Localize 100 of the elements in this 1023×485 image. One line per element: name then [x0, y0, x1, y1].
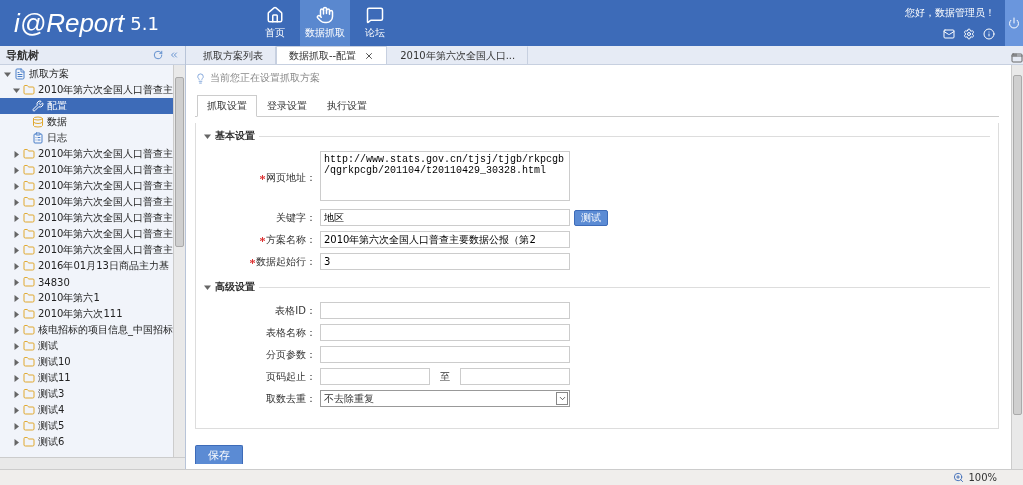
expanded-icon[interactable]	[204, 132, 211, 140]
nav-tab[interactable]: 数据抓取	[300, 0, 350, 46]
dropdown[interactable]: 不去除重复	[320, 390, 570, 407]
expanded-icon[interactable]	[4, 70, 11, 78]
input-field[interactable]	[320, 302, 570, 319]
collapsed-icon[interactable]	[13, 198, 20, 206]
scrollbar[interactable]	[173, 65, 185, 457]
window-icon[interactable]	[1011, 52, 1023, 64]
section-title: 高级设置	[215, 280, 255, 294]
tree-item[interactable]: 抓取方案	[0, 66, 173, 82]
folder-icon	[23, 308, 35, 320]
input-field[interactable]: 3	[320, 253, 570, 270]
tree-item[interactable]: 配置	[0, 98, 173, 114]
folder-icon	[23, 356, 35, 368]
tree-item[interactable]: 测试6	[0, 434, 173, 450]
collapsed-icon[interactable]	[13, 358, 20, 366]
folder-icon	[23, 260, 35, 272]
tab[interactable]: 登录设置	[257, 95, 317, 117]
tree-item[interactable]: 测试5	[0, 418, 173, 434]
tree-item[interactable]: 2010年第六次全国人口普查主	[0, 242, 173, 258]
settings-icon[interactable]	[963, 28, 975, 40]
expanded-icon[interactable]	[13, 86, 20, 94]
tab[interactable]: 数据抓取--配置	[276, 46, 388, 64]
tree-item[interactable]: 2010年第六次全国人口普查主	[0, 82, 173, 98]
collapsed-icon[interactable]	[13, 278, 20, 286]
range-separator: 至	[439, 369, 451, 384]
collapsed-icon[interactable]	[13, 342, 20, 350]
folder-icon	[23, 324, 35, 336]
field-label: 表格ID：	[275, 303, 316, 318]
folder-icon	[23, 436, 35, 448]
close-icon[interactable]	[364, 50, 375, 61]
collapsed-icon[interactable]	[13, 326, 20, 334]
tree-item[interactable]: 2010年第六次全国人口普查主	[0, 178, 173, 194]
info-icon[interactable]	[983, 28, 995, 40]
tree-item[interactable]: 测试3	[0, 386, 173, 402]
collapsed-icon[interactable]	[13, 150, 20, 158]
url-field[interactable]: http://www.stats.gov.cn/tjsj/tjgb/rkpcgb/qgrkpcgb/201104/t20110429_30328.html	[320, 151, 570, 201]
collapsed-icon[interactable]	[13, 406, 20, 414]
collapsed-icon[interactable]	[13, 374, 20, 382]
tree-item[interactable]: 2010年第六次111	[0, 306, 173, 322]
tree-item[interactable]: 日志	[0, 130, 173, 146]
collapsed-icon[interactable]	[13, 246, 20, 254]
field-label: 表格名称：	[266, 325, 316, 340]
tab[interactable]: 执行设置	[317, 95, 377, 117]
tree-item[interactable]: 2010年第六次全国人口普查主	[0, 162, 173, 178]
input-field[interactable]	[320, 346, 570, 363]
zoom-level[interactable]: 100%	[968, 472, 997, 483]
expanded-icon[interactable]	[204, 283, 211, 291]
collapsed-icon[interactable]	[13, 262, 20, 270]
tree-item[interactable]: 测试10	[0, 354, 173, 370]
field-label: 分页参数：	[266, 347, 316, 362]
tree-item[interactable]: 2010年第六次全国人口普查主	[0, 146, 173, 162]
home-icon	[266, 6, 284, 24]
nav-tab[interactable]: 首页	[250, 0, 300, 46]
collapsed-icon[interactable]	[13, 166, 20, 174]
wrench-icon	[32, 100, 44, 112]
zoom-icon[interactable]	[953, 472, 965, 483]
input-field[interactable]	[320, 324, 570, 341]
collapsed-icon[interactable]	[13, 438, 20, 446]
hint-text: 当前您正在设置抓取方案	[210, 71, 320, 85]
tree-item[interactable]: 核电招标的项目信息_中国招标	[0, 322, 173, 338]
collapsed-icon[interactable]	[13, 310, 20, 318]
field-label: 关键字：	[276, 210, 316, 225]
nav-tab[interactable]: 论坛	[350, 0, 400, 46]
collapsed-icon[interactable]	[13, 390, 20, 398]
collapsed-icon[interactable]	[13, 182, 20, 190]
tree-item[interactable]: 34830	[0, 274, 173, 290]
power-icon	[1008, 17, 1020, 29]
tree-item[interactable]: 测试4	[0, 402, 173, 418]
tab[interactable]: 2010年第六次全国人口...	[387, 46, 529, 64]
tree-item[interactable]: 2010年第六1	[0, 290, 173, 306]
folder-icon	[23, 340, 35, 352]
folder-icon	[23, 180, 35, 192]
input-field[interactable]	[320, 368, 430, 385]
section-title: 基本设置	[215, 129, 255, 143]
tree-item[interactable]: 2016年01月13日商品主力基	[0, 258, 173, 274]
input-field[interactable]: 地区	[320, 209, 570, 226]
scrollbar[interactable]	[1011, 65, 1023, 469]
input-field[interactable]: 2010年第六次全国人口普查主要数据公报（第2	[320, 231, 570, 248]
document-icon	[14, 68, 26, 80]
tree-item[interactable]: 测试	[0, 338, 173, 354]
folder-icon	[23, 372, 35, 384]
mail-icon[interactable]	[943, 28, 955, 40]
folder-icon	[23, 228, 35, 240]
tree-item[interactable]: 2010年第六次全国人口普查主	[0, 194, 173, 210]
tree-item[interactable]: 测试11	[0, 370, 173, 386]
collapsed-icon[interactable]	[13, 230, 20, 238]
tree-item[interactable]: 数据	[0, 114, 173, 130]
collapsed-icon[interactable]	[13, 422, 20, 430]
collapsed-icon[interactable]	[13, 214, 20, 222]
input-field[interactable]	[460, 368, 570, 385]
tree-item[interactable]: 2010年第六次全国人口普查主	[0, 210, 173, 226]
folder-icon	[23, 164, 35, 176]
tree-item[interactable]: 2010年第六次全国人口普查主	[0, 226, 173, 242]
collapsed-icon[interactable]	[13, 294, 20, 302]
tab[interactable]: 抓取设置	[197, 95, 257, 117]
scrollbar[interactable]	[0, 457, 185, 469]
field-label: 页码起止：	[266, 369, 316, 384]
app-logo: i@Report	[14, 7, 125, 39]
dropdown-icon[interactable]	[556, 392, 568, 405]
